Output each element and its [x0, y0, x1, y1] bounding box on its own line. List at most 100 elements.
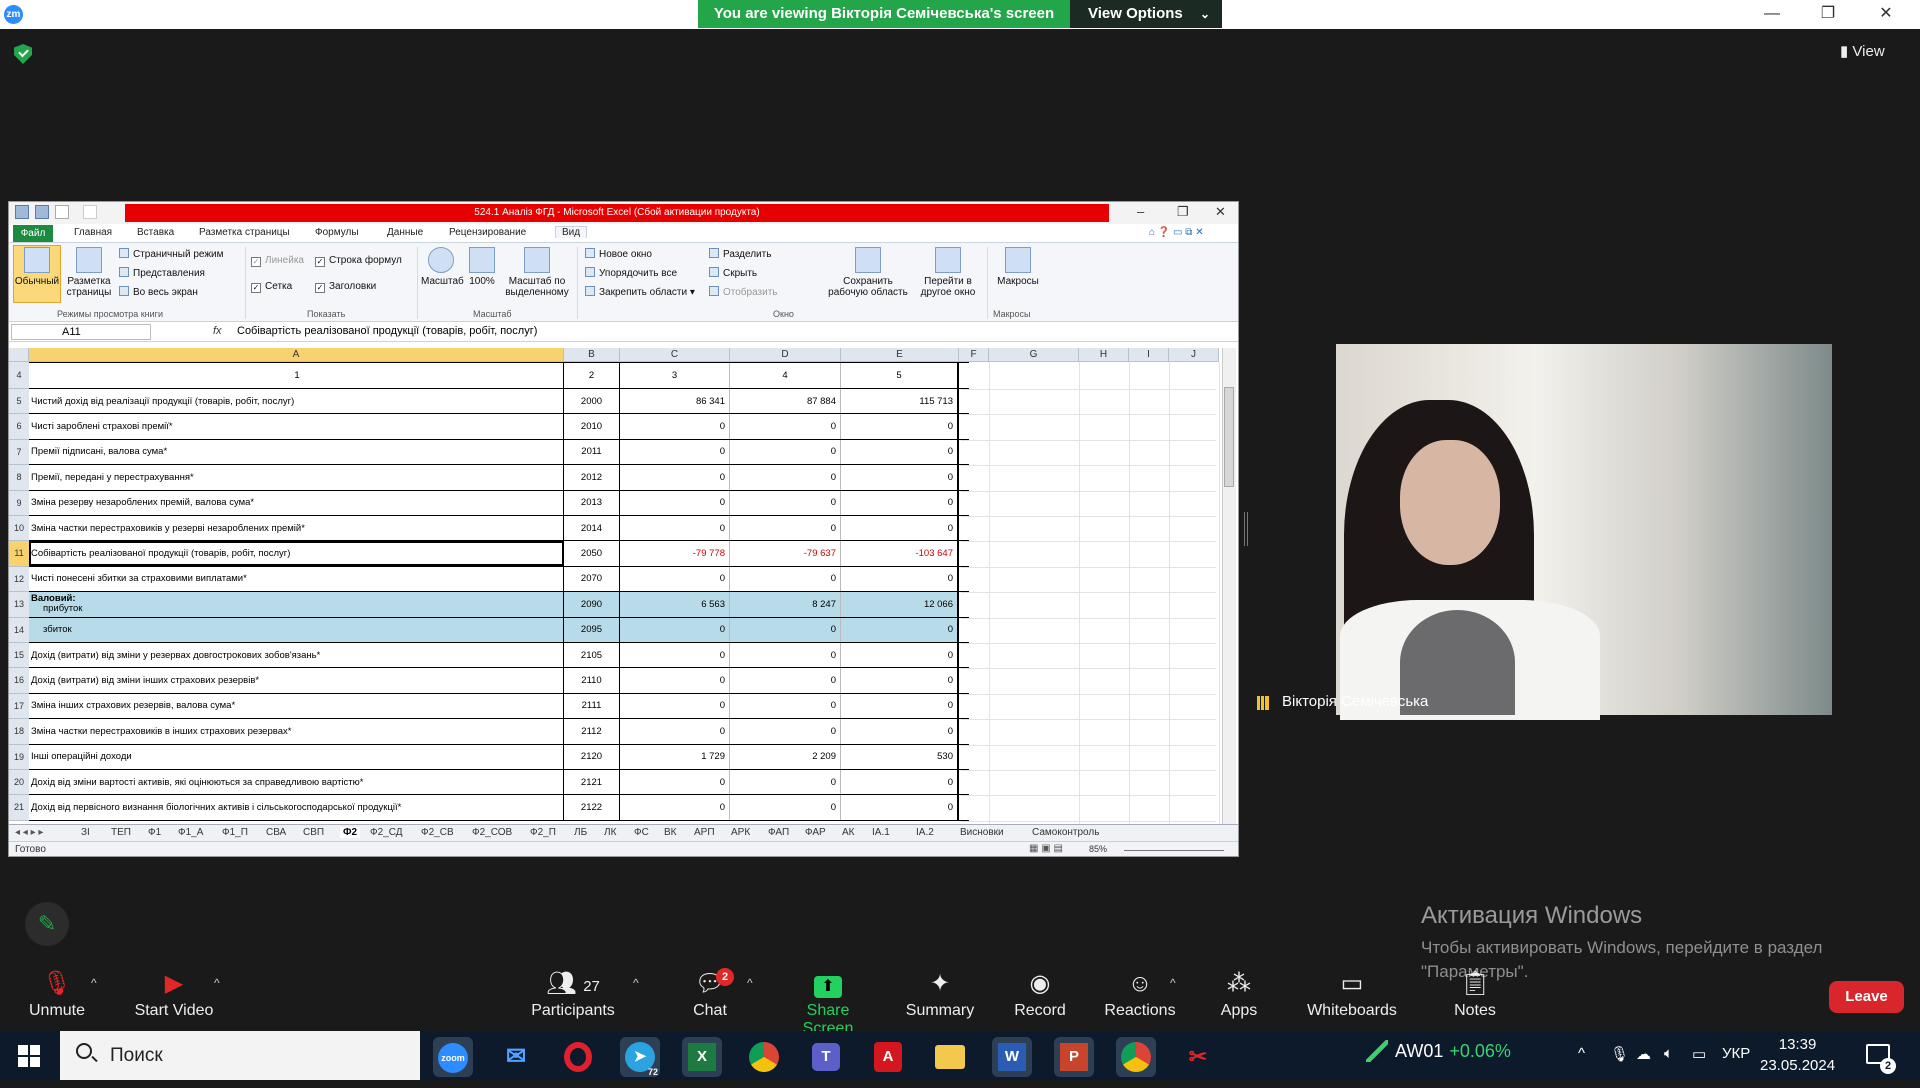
sheet-tab[interactable]: Ф2_СОВ: [472, 827, 512, 838]
split-button[interactable]: Разделить: [709, 248, 771, 260]
cell-e[interactable]: 0: [841, 516, 959, 541]
sheet-tab[interactable]: ЛБ: [574, 827, 587, 838]
cell-b[interactable]: 2013: [564, 490, 620, 515]
chat-chevron-icon[interactable]: ^: [747, 976, 753, 990]
apps-button[interactable]: ⁂ Apps: [1214, 970, 1264, 1020]
sheet-tab[interactable]: Ф1_П: [222, 827, 248, 838]
cell-c[interactable]: 0: [620, 617, 730, 642]
cell-a[interactable]: 1: [29, 363, 564, 388]
tab-formulas[interactable]: Формулы: [315, 227, 359, 238]
unmute-button[interactable]: 🎙︎ Unmute: [22, 970, 92, 1020]
cell-a[interactable]: Зміна резерву незароблених премій, валов…: [29, 490, 564, 515]
sheet-tab[interactable]: Ф2: [340, 827, 361, 838]
row-header[interactable]: 20: [9, 770, 29, 796]
cell-d[interactable]: 0: [730, 770, 841, 795]
taskbar-search[interactable]: Поиск: [60, 1031, 420, 1080]
row-header[interactable]: 17: [9, 693, 29, 720]
row-header[interactable]: 5: [9, 389, 29, 415]
cell-c[interactable]: 0: [620, 516, 730, 541]
cell-c[interactable]: 3: [620, 363, 730, 388]
cell-c[interactable]: 0: [620, 490, 730, 515]
cell-d[interactable]: 0: [730, 566, 841, 592]
column-header-g[interactable]: G: [989, 348, 1079, 362]
zoom-100-button[interactable]: 100%: [465, 247, 499, 287]
start-video-button[interactable]: ▶︎ Start Video: [130, 970, 218, 1020]
cell-b[interactable]: 2070: [564, 566, 620, 592]
cell-e[interactable]: 530: [841, 744, 959, 769]
cell-d[interactable]: 0: [730, 465, 841, 490]
windows-start-icon[interactable]: [18, 1045, 40, 1067]
row-header[interactable]: 7: [9, 439, 29, 466]
sheet-tab[interactable]: ІА.2: [916, 827, 934, 838]
tab-page-layout[interactable]: Разметка страницы: [199, 227, 290, 238]
taskbar-chrome-profile-icon[interactable]: [1116, 1037, 1156, 1077]
cell-a[interactable]: Інші операційні доходи: [29, 744, 564, 769]
cell-d[interactable]: 0: [730, 668, 841, 693]
panel-resize-handle[interactable]: [1244, 512, 1248, 546]
save-icon[interactable]: [35, 205, 49, 219]
participants-chevron-icon[interactable]: ^: [633, 976, 639, 990]
annotate-pencil-icon[interactable]: ✎: [25, 902, 69, 946]
cell-c[interactable]: 0: [620, 668, 730, 693]
tray-volume-icon[interactable]: 🔈︎: [1664, 1045, 1673, 1062]
row-header[interactable]: 15: [9, 643, 29, 669]
cell-a[interactable]: Зміна частки перестраховиків в інших стр…: [29, 719, 564, 744]
undo-icon[interactable]: [55, 205, 69, 219]
cell-d[interactable]: 0: [730, 617, 841, 642]
tray-network-icon[interactable]: ☁: [1636, 1045, 1651, 1063]
cell-a[interactable]: Чисті зароблені страхові премії*: [29, 414, 564, 439]
close-icon[interactable]: ✕: [1866, 2, 1906, 26]
cell-a[interactable]: Дохід від первісного визнання біологічни…: [29, 795, 564, 820]
cell-d[interactable]: 8 247: [730, 592, 841, 617]
cell-e[interactable]: 0: [841, 414, 959, 439]
sheet-tab[interactable]: Ф2_СВ: [421, 827, 454, 838]
worksheet-grid[interactable]: ABCDEFGHIJ 4 1 2 3 4 5 5 Чистий дохід від реалі…: [9, 348, 1238, 824]
cell-e[interactable]: 5: [841, 363, 959, 388]
tab-file[interactable]: Файл: [13, 225, 53, 242]
cell-a[interactable]: Премії підписані, валова сума*: [29, 439, 564, 465]
cell-d[interactable]: 0: [730, 490, 841, 515]
cell-b[interactable]: 2011: [564, 439, 620, 465]
security-shield-icon[interactable]: [14, 44, 32, 64]
restore-icon[interactable]: ❐: [1808, 2, 1848, 26]
reactions-chevron-icon[interactable]: ^: [1170, 976, 1176, 990]
cell-d[interactable]: -79 637: [730, 541, 841, 566]
cell-e[interactable]: -103 647: [841, 541, 959, 566]
cell-b[interactable]: 2112: [564, 719, 620, 744]
sheet-tab[interactable]: АК: [842, 827, 855, 838]
audio-options-chevron-icon[interactable]: ^: [91, 976, 97, 990]
sheet-tab[interactable]: СВП: [303, 827, 324, 838]
taskbar-acrobat-icon[interactable]: A: [868, 1037, 908, 1077]
cell-b[interactable]: 2105: [564, 643, 620, 668]
whiteboards-button[interactable]: ▭ Whiteboards: [1304, 970, 1400, 1020]
row-header[interactable]: 12: [9, 566, 29, 593]
insert-function-icon[interactable]: fx: [213, 325, 222, 337]
row-header[interactable]: 4: [9, 362, 29, 389]
cell-e[interactable]: 0: [841, 795, 959, 820]
cell-c[interactable]: 0: [620, 643, 730, 668]
cell-a[interactable]: Дохід від зміни вартості активів, які оц…: [29, 770, 564, 795]
gridlines-checkbox[interactable]: ✓ Сетка: [251, 281, 292, 293]
taskbar-powerpoint-icon[interactable]: P: [1054, 1037, 1094, 1077]
taskbar-explorer-icon[interactable]: [930, 1037, 970, 1077]
zoom-slider[interactable]: [1124, 850, 1224, 851]
tab-review[interactable]: Рецензирование: [449, 227, 526, 238]
sheet-tab[interactable]: Ф1: [148, 827, 161, 838]
full-screen-button[interactable]: Во весь экран: [119, 286, 198, 298]
cell-c[interactable]: 0: [620, 770, 730, 795]
taskbar-excel-icon[interactable]: X: [682, 1037, 722, 1077]
view-button[interactable]: ▮ View: [1840, 42, 1885, 60]
sheet-tab[interactable]: ТЕП: [111, 827, 131, 838]
sheet-tab[interactable]: ФС: [634, 827, 649, 838]
sheet-tab[interactable]: ЛК: [604, 827, 616, 838]
cell-d[interactable]: 2 209: [730, 744, 841, 769]
sheet-tab[interactable]: ЗІ: [81, 827, 90, 838]
switch-windows-button[interactable]: Перейти в другое окно: [915, 247, 981, 298]
taskbar-teams-icon[interactable]: T: [806, 1037, 846, 1077]
hide-button[interactable]: Скрыть: [709, 267, 757, 279]
cell-b[interactable]: 2012: [564, 465, 620, 490]
sheet-tab[interactable]: ФАР: [805, 827, 826, 838]
cell-a[interactable]: Зміна частки перестраховиків у резерві н…: [29, 516, 564, 541]
view-options-button[interactable]: View Options ⌄: [1070, 0, 1222, 28]
column-header-f[interactable]: F: [959, 348, 989, 362]
